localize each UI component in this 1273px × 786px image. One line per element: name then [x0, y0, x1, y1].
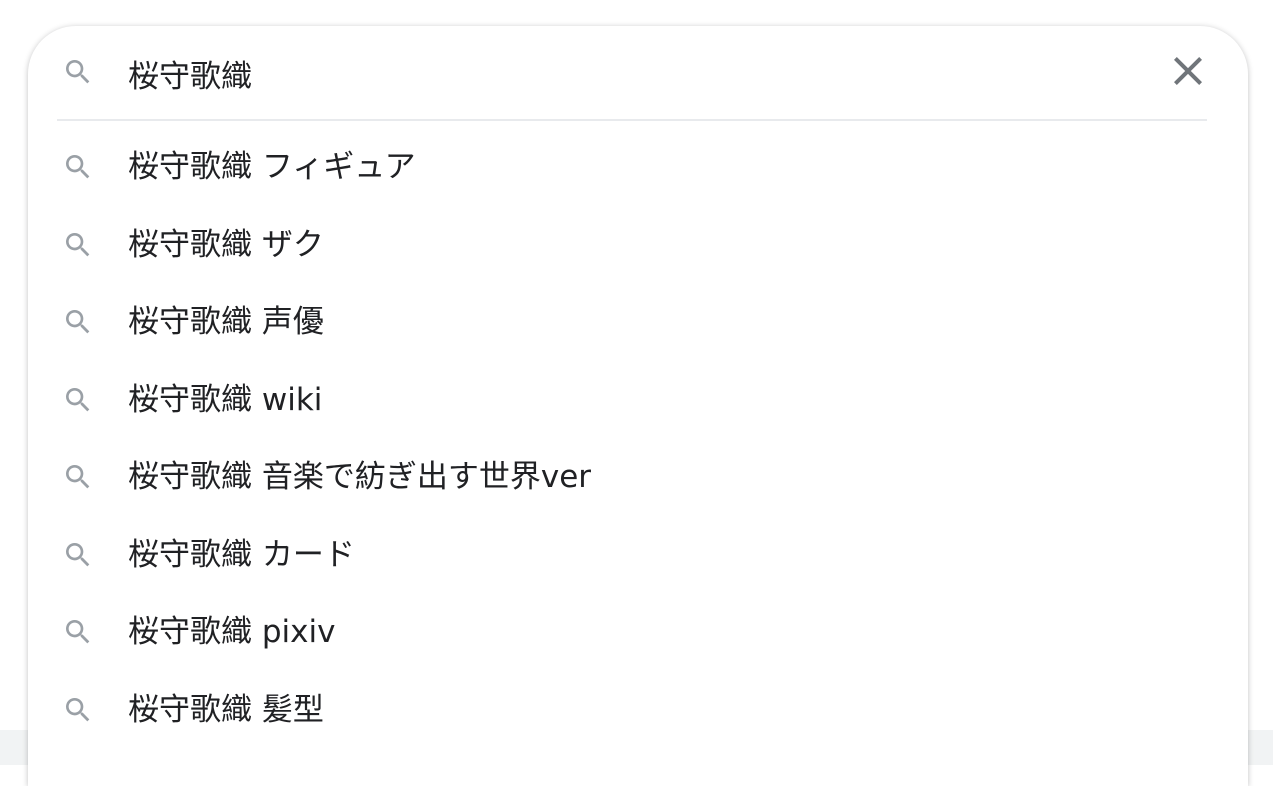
search-autocomplete-panel: 桜守歌織 フィギュア 桜守歌織 ザク 桜守歌織 声優 桜守歌織 wiki 桜守歌…	[28, 26, 1248, 786]
search-icon	[66, 697, 90, 721]
search-input[interactable]	[128, 50, 1128, 96]
search-divider	[57, 119, 1207, 121]
search-icon	[66, 155, 90, 179]
search-icon	[66, 60, 90, 84]
suggestion-text: 桜守歌織 声優	[128, 304, 324, 340]
search-icon	[66, 232, 90, 256]
suggestion-text: 桜守歌織 音楽で紡ぎ出す世界ver	[128, 459, 592, 495]
suggestion-item[interactable]: 桜守歌織 wiki	[28, 362, 1248, 440]
suggestion-item[interactable]: 桜守歌織 声優	[28, 284, 1248, 362]
suggestion-text: 桜守歌織 カード	[128, 536, 355, 573]
search-icon	[66, 620, 90, 644]
search-icon	[66, 465, 90, 489]
suggestion-item[interactable]: 桜守歌織 髪型	[28, 672, 1248, 750]
suggestion-list: 桜守歌織 フィギュア 桜守歌織 ザク 桜守歌織 声優 桜守歌織 wiki 桜守歌…	[28, 129, 1248, 749]
search-icon	[66, 310, 90, 334]
suggestion-item[interactable]: 桜守歌織 pixiv	[28, 594, 1248, 672]
suggestion-text: 桜守歌織 wiki	[128, 381, 323, 418]
search-icon	[66, 542, 90, 566]
close-icon	[1174, 57, 1202, 85]
suggestion-text: 桜守歌織 pixiv	[128, 614, 336, 650]
suggestion-item[interactable]: 桜守歌織 ザク	[28, 207, 1248, 285]
suggestion-item[interactable]: 桜守歌織 フィギュア	[28, 129, 1248, 207]
clear-search-button[interactable]	[1164, 47, 1212, 95]
suggestion-item[interactable]: 桜守歌織 音楽で紡ぎ出す世界ver	[28, 439, 1248, 517]
suggestion-text: 桜守歌織 髪型	[128, 691, 324, 728]
search-icon	[66, 387, 90, 411]
suggestion-item[interactable]: 桜守歌織 カード	[28, 517, 1248, 595]
suggestion-text: 桜守歌織 フィギュア	[128, 149, 416, 185]
suggestion-text: 桜守歌織 ザク	[128, 226, 324, 263]
search-bar	[28, 26, 1248, 120]
